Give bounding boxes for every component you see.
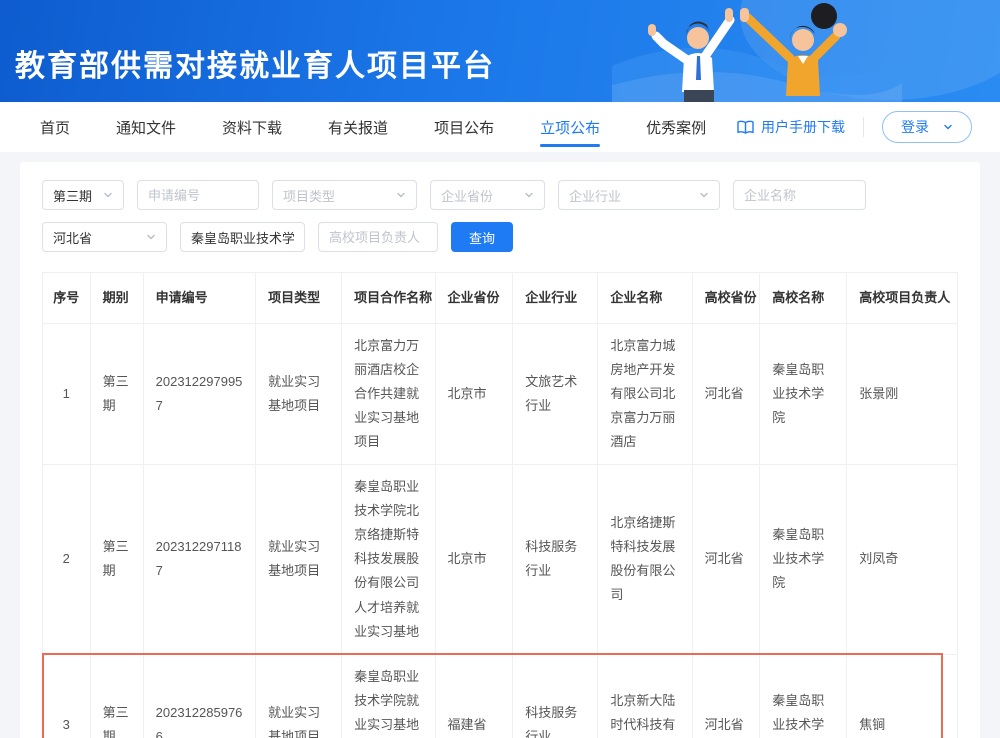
chevron-down-icon [103, 190, 113, 200]
company-name-input[interactable] [733, 180, 866, 210]
period-select[interactable]: 第三期 [42, 180, 124, 210]
table-cell: 刘凤奇 [847, 465, 958, 654]
table-cell: 秦皇岛职业技术学院 [760, 324, 847, 465]
nav-right: 用户手册下载 登录 [737, 111, 972, 143]
nav-tab-1[interactable]: 通知文件 [116, 103, 176, 151]
project-type-select[interactable]: 项目类型 [272, 180, 417, 210]
page-title: 教育部供需对接就业育人项目平台 [15, 41, 495, 85]
company-province-placeholder: 企业省份 [441, 186, 493, 205]
app-banner: 教育部供需对接就业育人项目平台 [0, 0, 1000, 102]
table-cell: 就业实习基地项目 [256, 465, 342, 654]
filter-row-1: 第三期 项目类型 企业省份 企业行业 [42, 180, 958, 210]
filter-bar: 第三期 项目类型 企业省份 企业行业 河北省 [42, 180, 958, 252]
nav-tab-5[interactable]: 立项公布 [540, 103, 600, 151]
table-cell: 2 [43, 465, 91, 654]
nav-tabs: 首页通知文件资料下载有关报道项目公布立项公布优秀案例 [40, 103, 737, 151]
column-header: 序号 [43, 273, 91, 324]
column-header: 企业名称 [598, 273, 692, 324]
chevron-down-icon [146, 232, 156, 242]
chevron-down-icon [524, 190, 534, 200]
table-cell: 福建省 [435, 654, 513, 738]
table-row[interactable]: 2第三期2023122971187就业实习基地项目秦皇岛职业技术学院北京络捷斯特… [43, 465, 958, 654]
period-select-value: 第三期 [53, 186, 92, 205]
project-type-placeholder: 项目类型 [283, 186, 335, 205]
nav-tab-0[interactable]: 首页 [40, 103, 70, 151]
book-icon [737, 120, 754, 135]
table-cell: 2023122971187 [143, 465, 256, 654]
company-industry-placeholder: 企业行业 [569, 186, 621, 205]
application-no-input[interactable] [137, 180, 259, 210]
nav-tab-2[interactable]: 资料下载 [222, 103, 282, 151]
school-name-input[interactable] [180, 222, 305, 252]
table-cell: 科技服务行业 [513, 465, 598, 654]
company-industry-select[interactable]: 企业行业 [558, 180, 720, 210]
nav-tab-4[interactable]: 项目公布 [434, 103, 494, 151]
highfive-illustration [612, 0, 902, 102]
nav-tab-3[interactable]: 有关报道 [328, 103, 388, 151]
company-province-select[interactable]: 企业省份 [430, 180, 545, 210]
column-header: 高校省份 [692, 273, 760, 324]
chevron-down-icon [396, 190, 406, 200]
table-cell: 焦锏 [847, 654, 958, 738]
table-cell: 1 [43, 324, 91, 465]
table-cell: 张景刚 [847, 324, 958, 465]
table-cell: 科技服务行业 [513, 654, 598, 738]
table-cell: 北京富力城房地产开发有限公司北京富力万丽酒店 [598, 324, 692, 465]
column-header: 企业行业 [513, 273, 598, 324]
table-cell: 秦皇岛职业技术学院就业实习基地项目（物联网方向） [342, 654, 435, 738]
column-header: 高校名称 [760, 273, 847, 324]
content-card: 第三期 项目类型 企业省份 企业行业 河北省 [20, 162, 980, 738]
login-label: 登录 [901, 117, 929, 137]
table-cell: 河北省 [692, 324, 760, 465]
table-body: 1第三期2023122979957就业实习基地项目北京富力万丽酒店校企合作共建就… [43, 324, 958, 738]
school-province-select[interactable]: 河北省 [42, 222, 167, 252]
table-cell: 北京富力万丽酒店校企合作共建就业实习基地项目 [342, 324, 435, 465]
table-wrap: 序号期别申请编号项目类型项目合作名称企业省份企业行业企业名称高校省份高校名称高校… [42, 272, 958, 738]
column-header: 项目合作名称 [342, 273, 435, 324]
table-cell: 第三期 [90, 654, 143, 738]
column-header: 企业省份 [435, 273, 513, 324]
projects-table: 序号期别申请编号项目类型项目合作名称企业省份企业行业企业名称高校省份高校名称高校… [42, 272, 958, 738]
table-cell: 就业实习基地项目 [256, 654, 342, 738]
nav-divider [863, 117, 864, 137]
table-cell: 北京络捷斯特科技发展股份有限公司 [598, 465, 692, 654]
table-cell: 第三期 [90, 324, 143, 465]
column-header: 项目类型 [256, 273, 342, 324]
table-cell: 北京市 [435, 465, 513, 654]
table-cell: 2023122859766 [143, 654, 256, 738]
table-row[interactable]: 3第三期2023122859766就业实习基地项目秦皇岛职业技术学院就业实习基地… [43, 654, 958, 738]
table-cell: 秦皇岛职业技术学院 [760, 654, 847, 738]
table-cell: 第三期 [90, 465, 143, 654]
table-cell: 北京市 [435, 324, 513, 465]
main-nav: 首页通知文件资料下载有关报道项目公布立项公布优秀案例 用户手册下载 登录 [0, 102, 1000, 152]
filter-row-2: 河北省 查询 [42, 222, 958, 252]
table-cell: 文旅艺术行业 [513, 324, 598, 465]
chevron-down-icon [699, 190, 709, 200]
chevron-down-icon [943, 122, 953, 132]
table-cell: 2023122979957 [143, 324, 256, 465]
login-button[interactable]: 登录 [882, 111, 972, 143]
table-cell: 就业实习基地项目 [256, 324, 342, 465]
table-cell: 秦皇岛职业技术学院 [760, 465, 847, 654]
table-cell: 河北省 [692, 465, 760, 654]
table-row[interactable]: 1第三期2023122979957就业实习基地项目北京富力万丽酒店校企合作共建就… [43, 324, 958, 465]
table-cell: 秦皇岛职业技术学院北京络捷斯特科技发展股份有限公司人才培养就业实习基地 [342, 465, 435, 654]
school-province-value: 河北省 [53, 228, 92, 247]
user-manual-download-link[interactable]: 用户手册下载 [737, 117, 845, 137]
nav-tab-6[interactable]: 优秀案例 [646, 103, 706, 151]
column-header: 高校项目负责人 [847, 273, 958, 324]
table-cell: 北京新大陆时代科技有限公司 [598, 654, 692, 738]
search-button[interactable]: 查询 [451, 222, 513, 252]
column-header: 期别 [90, 273, 143, 324]
table-header-row: 序号期别申请编号项目类型项目合作名称企业省份企业行业企业名称高校省份高校名称高校… [43, 273, 958, 324]
school-leader-input[interactable] [318, 222, 438, 252]
user-manual-label: 用户手册下载 [761, 117, 845, 137]
table-cell: 河北省 [692, 654, 760, 738]
table-cell: 3 [43, 654, 91, 738]
column-header: 申请编号 [143, 273, 256, 324]
